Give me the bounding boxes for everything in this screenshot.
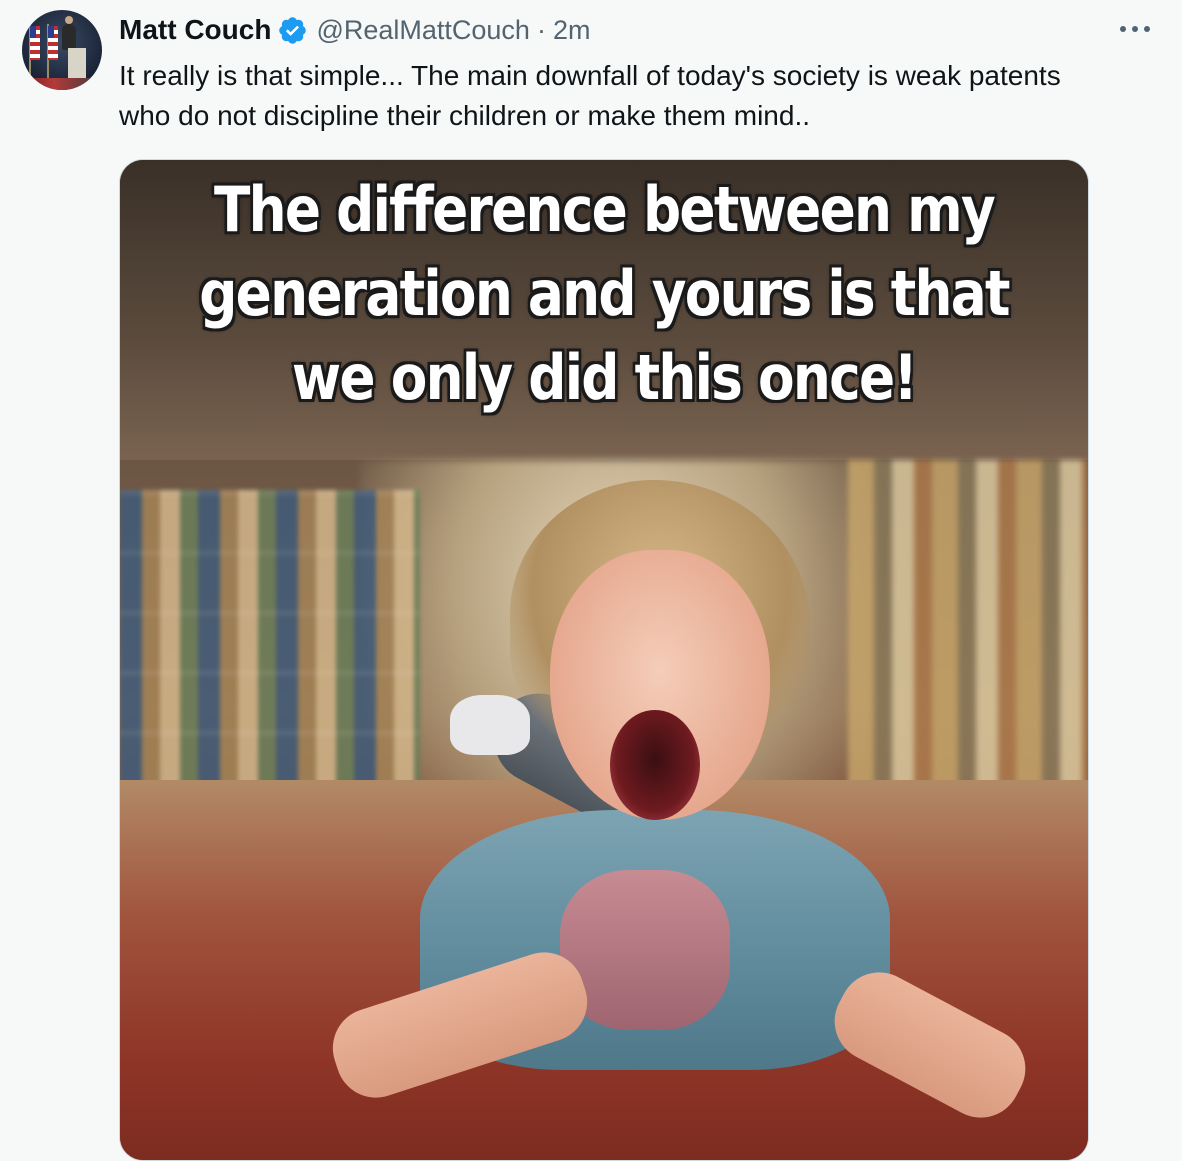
author-display-name[interactable]: Matt Couch [119, 14, 271, 46]
meme-caption-line: generation and yours is that [199, 257, 1010, 330]
flag [48, 26, 58, 60]
tweet[interactable]: Matt Couch @RealMattCouch · 2m It really… [0, 0, 1182, 1161]
meme-caption-line: we only did this once! [291, 341, 918, 414]
tweet-timestamp[interactable]: 2m [553, 15, 591, 46]
tweet-media-image[interactable]: The difference between my generation and… [119, 159, 1089, 1161]
verified-badge-icon[interactable] [277, 15, 308, 46]
separator-dot: · [536, 14, 546, 45]
child-shoe [450, 695, 530, 755]
child-mouth [610, 710, 700, 820]
crying-child [310, 480, 1040, 1160]
tweet-header: Matt Couch @RealMattCouch · 2m [119, 12, 590, 48]
avatar[interactable] [22, 10, 102, 90]
meme-caption: The difference between my generation and… [188, 168, 1020, 420]
flag [30, 26, 40, 60]
meme-caption-line: The difference between my [213, 173, 996, 246]
more-options-icon[interactable] [1116, 14, 1154, 44]
author-handle[interactable]: @RealMattCouch [316, 15, 530, 46]
speaker [62, 16, 76, 50]
tweet-text: It really is that simple... The main dow… [119, 60, 1061, 131]
stage-floor [22, 78, 102, 90]
